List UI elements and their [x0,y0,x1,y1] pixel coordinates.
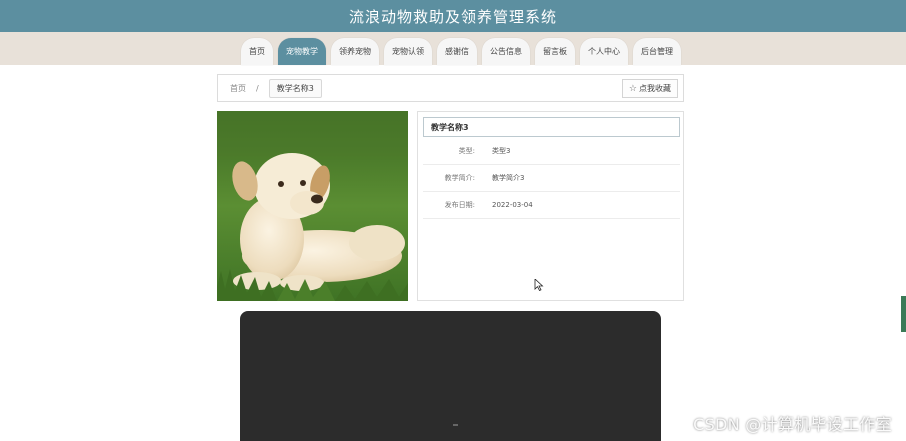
main-nav: 首页 宠物教学 领养宠物 宠物认领 感谢信 公告信息 留言板 个人中心 后台管理 [241,38,681,65]
detail-value: 类型3 [492,147,511,155]
nav-tab-pet-teaching[interactable]: 宠物教学 [278,38,326,65]
video-player[interactable] [240,311,661,441]
detail-row-date: 发布日期: 2022-03-04 [423,192,680,219]
detail-label: 类型: [458,147,475,155]
nav-tab-thank-you-letters[interactable]: 感谢信 [437,38,477,65]
nav-tab-message-board[interactable]: 留言板 [535,38,575,65]
detail-row-intro: 教学简介: 教学简介3 [423,165,680,192]
nav-tab-pet-claim[interactable]: 宠物认领 [384,38,432,65]
breadcrumb-home-link[interactable]: 首页 [230,83,246,94]
nav-tab-announcements[interactable]: 公告信息 [482,38,530,65]
puppy-image [217,111,408,301]
favorite-button[interactable]: ☆ 点我收藏 [621,79,678,98]
breadcrumb-current: 教学名称3 [268,78,322,98]
detail-title: 教学名称3 [423,117,680,137]
detail-value: 教学简介3 [492,174,525,182]
detail-panel: 教学名称3 类型: 类型3 教学简介: 教学简介3 发布日期: 2022-03-… [417,111,684,301]
mouse-cursor-icon [534,279,544,291]
detail-row-type: 类型: 类型3 [423,138,680,165]
detail-label: 教学简介: [444,174,475,182]
video-loading-indicator [453,424,458,426]
site-title: 流浪动物救助及领养管理系统 [348,7,557,26]
side-edge-tab[interactable] [901,296,906,332]
star-icon: ☆ [628,83,637,94]
nav-tab-adopt-pets[interactable]: 领养宠物 [331,38,379,65]
detail-label: 发布日期: [444,201,475,209]
csdn-watermark: CSDN @计算机毕设工作室 [693,415,892,434]
nav-tab-home[interactable]: 首页 [241,38,273,65]
breadcrumb-bar: 首页 / 教学名称3 ☆ 点我收藏 [217,74,684,102]
detail-value: 2022-03-04 [492,201,533,209]
nav-tab-admin[interactable]: 后台管理 [633,38,681,65]
nav-tab-user-center[interactable]: 个人中心 [580,38,628,65]
navigation-band: 首页 宠物教学 领养宠物 宠物认领 感谢信 公告信息 留言板 个人中心 后台管理 [0,32,906,65]
breadcrumb-separator: / [256,83,259,93]
top-header-bar: 流浪动物救助及领养管理系统 [0,0,906,32]
favorite-button-label: 点我收藏 [639,84,671,93]
pet-photo [217,111,408,301]
